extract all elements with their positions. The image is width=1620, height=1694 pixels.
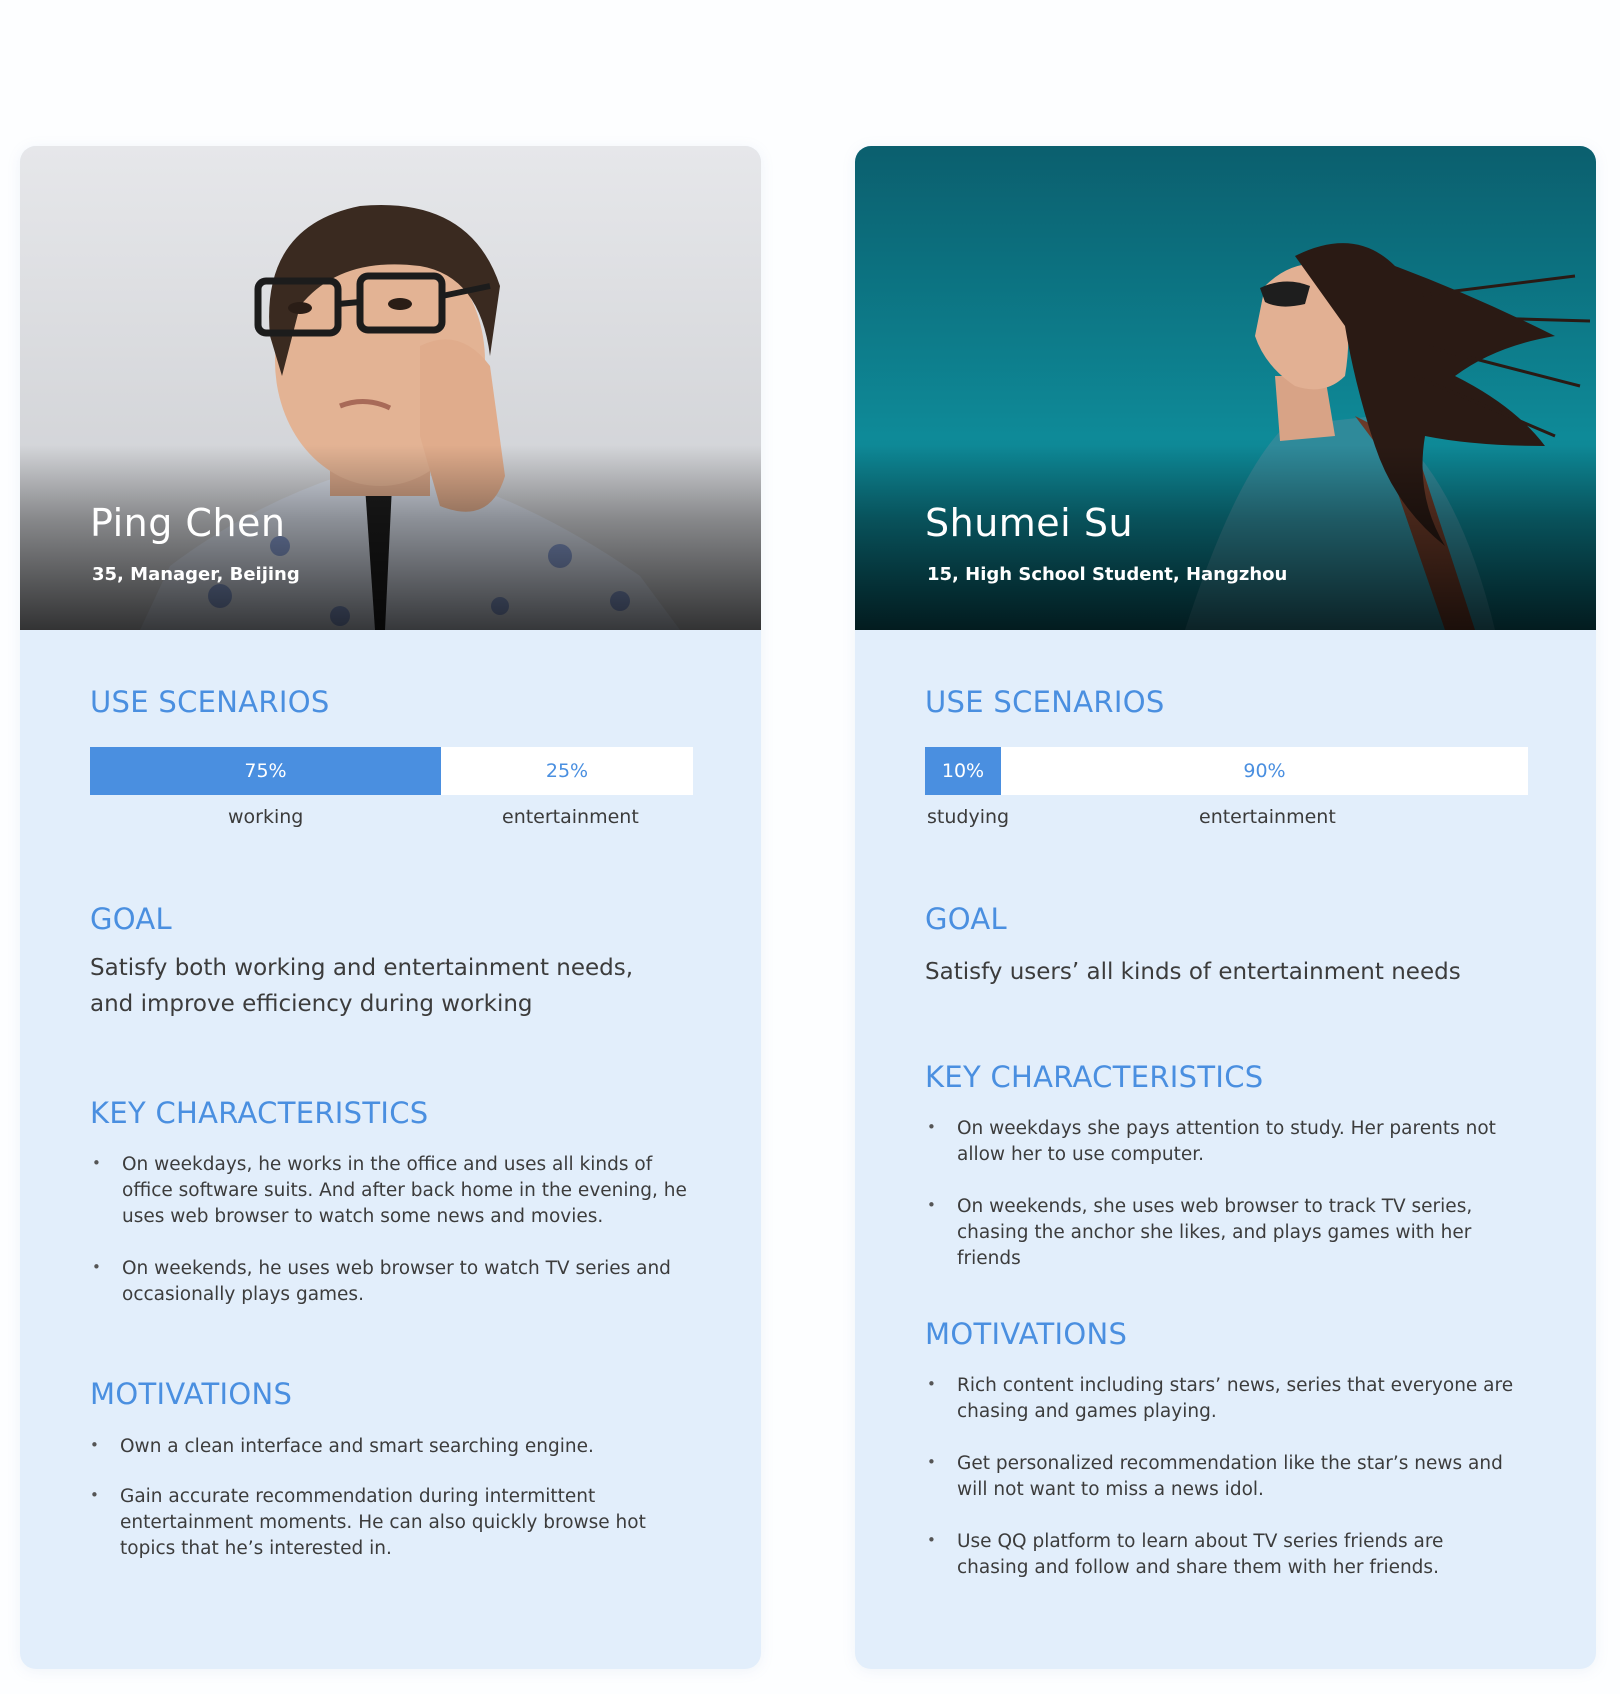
usage-label-entertainment: entertainment bbox=[502, 806, 639, 828]
characteristics-list: On weekdays, he works in the office and … bbox=[90, 1150, 690, 1308]
usage-label-working: working bbox=[228, 806, 304, 828]
persona-card-shumei-su: Shumei Su 15, High School Student, Hangz… bbox=[855, 146, 1596, 1669]
use-scenarios-title: USE SCENARIOS bbox=[925, 685, 1165, 719]
usage-label-entertainment: entertainment bbox=[1199, 806, 1336, 828]
persona-photo: Ping Chen 35, Manager, Beijing bbox=[20, 146, 761, 630]
list-item: On weekends, she uses web browser to tra… bbox=[925, 1192, 1535, 1272]
key-characteristics-title: KEY CHARACTERISTICS bbox=[90, 1096, 429, 1130]
motivations-list: Rich content including stars’ news, seri… bbox=[925, 1371, 1515, 1581]
persona-name: Ping Chen bbox=[90, 501, 286, 545]
usage-bar-working: 75% bbox=[90, 747, 441, 795]
persona-meta: 15, High School Student, Hangzhou bbox=[927, 564, 1288, 585]
list-item: On weekends, he uses web browser to watc… bbox=[90, 1254, 690, 1308]
persona-photo: Shumei Su 15, High School Student, Hangz… bbox=[855, 146, 1596, 630]
list-item: On weekdays she pays attention to study.… bbox=[925, 1114, 1535, 1168]
persona-meta: 35, Manager, Beijing bbox=[92, 564, 300, 585]
list-item: On weekdays, he works in the office and … bbox=[90, 1150, 690, 1230]
persona-card-ping-chen: Ping Chen 35, Manager, Beijing USE SCENA… bbox=[20, 146, 761, 1669]
usage-label-studying: studying bbox=[927, 806, 1010, 828]
characteristics-list: On weekdays she pays attention to study.… bbox=[925, 1114, 1535, 1272]
motivations-list: Own a clean interface and smart searchin… bbox=[88, 1432, 648, 1562]
goal-text: Satisfy both working and entertainment n… bbox=[90, 955, 634, 1017]
usage-bar: 10% 90% bbox=[925, 747, 1528, 795]
usage-bar-entertainment: 25% bbox=[441, 747, 693, 795]
goal-title: GOAL bbox=[925, 902, 1007, 936]
usage-bar-entertainment: 90% bbox=[1001, 747, 1528, 795]
motivations-title: MOTIVATIONS bbox=[925, 1317, 1128, 1351]
persona-name: Shumei Su bbox=[925, 501, 1134, 545]
list-item: Rich content including stars’ news, seri… bbox=[925, 1371, 1515, 1425]
list-item: Gain accurate recommendation during inte… bbox=[88, 1482, 648, 1562]
list-item: Use QQ platform to learn about TV series… bbox=[925, 1527, 1515, 1581]
use-scenarios-title: USE SCENARIOS bbox=[90, 685, 330, 719]
key-characteristics-title: KEY CHARACTERISTICS bbox=[925, 1060, 1264, 1094]
usage-bar: 75% 25% bbox=[90, 747, 693, 795]
usage-bar-studying: 10% bbox=[925, 747, 1001, 795]
list-item: Get personalized recommendation like the… bbox=[925, 1449, 1515, 1503]
goal-text: Satisfy users’ all kinds of entertainmen… bbox=[925, 959, 1461, 985]
motivations-title: MOTIVATIONS bbox=[90, 1377, 293, 1411]
list-item: Own a clean interface and smart searchin… bbox=[88, 1432, 648, 1460]
goal-title: GOAL bbox=[90, 902, 172, 936]
